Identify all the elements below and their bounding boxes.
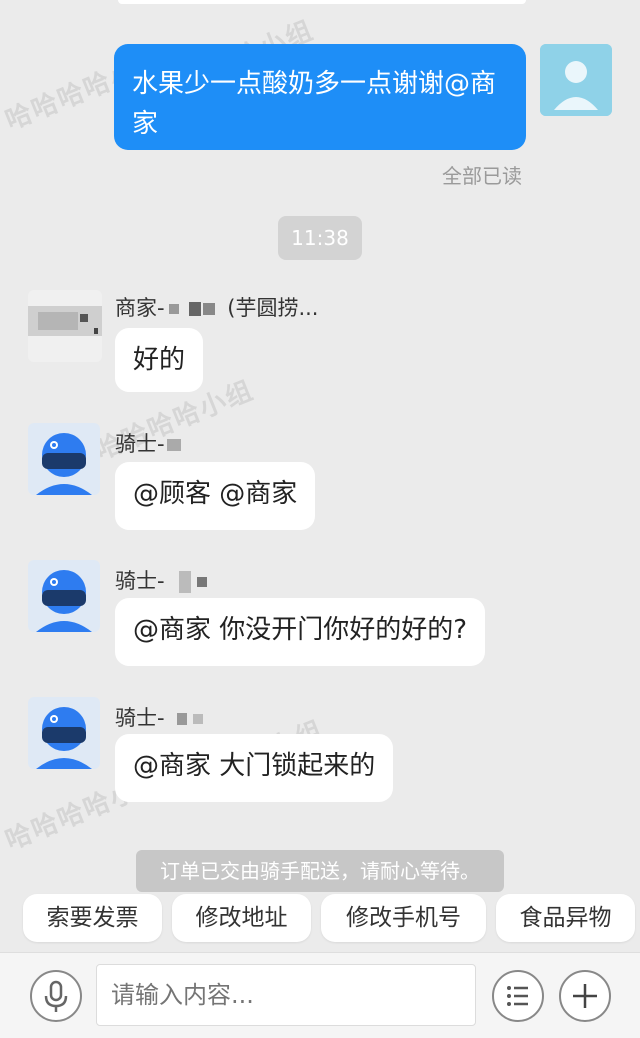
timestamp-divider: 11:38: [278, 216, 362, 260]
quick-action-invoice[interactable]: 索要发票: [23, 894, 162, 942]
message-bubble[interactable]: @顾客 @商家: [115, 462, 316, 530]
redacted-block: [202, 303, 215, 315]
quick-action-foreign-object[interactable]: 食品异物: [496, 894, 635, 942]
message-bubble[interactable]: 好的: [115, 328, 204, 392]
system-toast: 订单已交由骑手配送，请耐心等待。: [136, 850, 504, 892]
redacted-block: [178, 571, 191, 593]
quick-action-change-phone[interactable]: 修改手机号: [321, 894, 486, 942]
merchant-avatar[interactable]: [28, 290, 102, 362]
quick-action-change-address[interactable]: 修改地址: [172, 894, 311, 942]
sender-store-name: (芋圆捞...: [227, 296, 319, 320]
voice-button[interactable]: [30, 970, 82, 1022]
rider-helmet-icon: [28, 423, 100, 495]
message-text: 好的: [133, 345, 186, 375]
redacted-block: [168, 304, 179, 314]
microphone-icon: [44, 980, 68, 1012]
rider-sender-name: 骑士-: [115, 428, 181, 458]
rider-helmet-icon: [28, 697, 100, 769]
self-message-line: 家: [132, 109, 159, 139]
sender-name-text: 商家-: [115, 296, 165, 320]
redacted-block: [196, 577, 207, 587]
message-input[interactable]: [96, 964, 476, 1026]
add-button[interactable]: [559, 970, 611, 1022]
self-message-line: 水果少一点酸奶多一点谢谢@商: [132, 69, 497, 99]
message-bubble[interactable]: @商家 你没开门你好的好的?: [115, 598, 486, 666]
sender-name-text: 骑士-: [115, 432, 165, 456]
redacted-block: [192, 714, 203, 724]
rider-avatar[interactable]: [28, 697, 100, 769]
merchant-logo-icon: [28, 290, 102, 362]
message-text: @商家 大门锁起来的: [133, 751, 376, 781]
rider-avatar[interactable]: [28, 423, 100, 495]
redacted-block: [166, 439, 181, 451]
list-menu-icon: [507, 986, 528, 1006]
merchant-sender-name: 商家- (芋圆捞...: [115, 292, 318, 322]
plus-icon: [573, 984, 597, 1008]
self-message-bubble[interactable]: 水果少一点酸奶多一点谢谢@商 家: [114, 44, 526, 150]
self-avatar[interactable]: [540, 44, 612, 116]
sender-name-text: 骑士-: [115, 569, 165, 593]
input-bar: [0, 952, 640, 1038]
menu-button[interactable]: [492, 970, 544, 1022]
rider-helmet-icon: [28, 560, 100, 632]
rider-sender-name: 骑士-: [115, 702, 203, 732]
rider-avatar[interactable]: [28, 560, 100, 632]
user-silhouette-icon: [540, 44, 612, 116]
rider-sender-name: 骑士-: [115, 565, 207, 595]
message-bubble[interactable]: @商家 大门锁起来的: [115, 734, 394, 802]
message-text: @顾客 @商家: [133, 479, 298, 509]
sender-name-text: 骑士-: [115, 706, 165, 730]
redacted-block: [176, 713, 187, 725]
previous-bubble-edge: [118, 0, 526, 4]
read-status: 全部已读: [442, 164, 522, 188]
redacted-block: [188, 302, 201, 316]
message-text: @商家 你没开门你好的好的?: [133, 615, 468, 645]
